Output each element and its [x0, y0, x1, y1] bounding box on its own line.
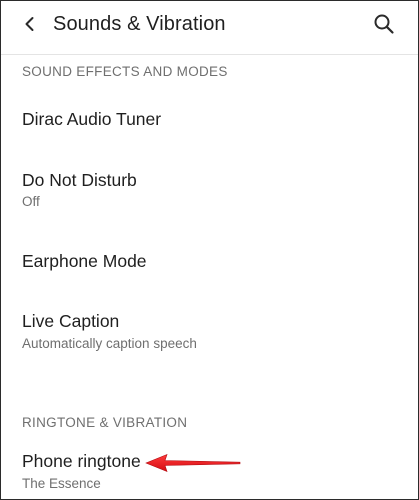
- setting-item-title: Live Caption: [22, 311, 120, 331]
- search-button[interactable]: [369, 9, 399, 39]
- setting-item-subtitle: The Essence: [22, 476, 101, 491]
- settings-screen: Sounds & Vibration SOUND EFFECTS AND MOD…: [0, 0, 419, 500]
- page-title: Sounds & Vibration: [53, 13, 226, 35]
- setting-item-dirac-audio-tuner[interactable]: Dirac Audio Tuner: [1, 97, 418, 153]
- setting-item-live-caption[interactable]: Live Caption Automatically caption speec…: [1, 297, 418, 359]
- setting-item-title: Dirac Audio Tuner: [22, 109, 162, 129]
- setting-item-subtitle: Off: [22, 194, 40, 209]
- section-header-sound-effects: SOUND EFFECTS AND MODES: [22, 64, 228, 79]
- setting-item-earphone-mode[interactable]: Earphone Mode: [1, 237, 418, 293]
- setting-item-do-not-disturb[interactable]: Do Not Disturb Off: [1, 157, 418, 217]
- header-divider: [1, 54, 418, 55]
- section-header-ringtone-vibration: RINGTONE & VIBRATION: [22, 415, 188, 430]
- red-arrow-pointer-icon: [145, 453, 241, 473]
- back-chevron-icon: [25, 17, 34, 31]
- setting-item-subtitle: Automatically caption speech: [22, 336, 197, 351]
- setting-item-title: Do Not Disturb: [22, 170, 137, 190]
- search-icon: [374, 14, 394, 34]
- setting-item-title: Earphone Mode: [22, 251, 147, 271]
- setting-item-title: Phone ringtone: [22, 451, 141, 471]
- back-button[interactable]: [15, 9, 45, 39]
- app-bar: Sounds & Vibration: [1, 1, 418, 47]
